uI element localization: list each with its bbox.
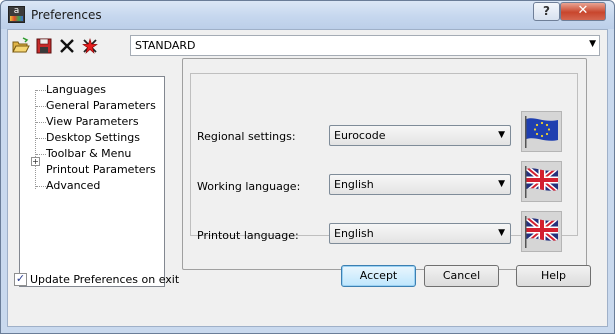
chevron-down-icon[interactable]: ▼ bbox=[498, 130, 505, 140]
tree-connector bbox=[36, 106, 46, 107]
working-flag-button[interactable] bbox=[521, 161, 562, 202]
update-preferences-label[interactable]: Update Preferences on exit bbox=[30, 273, 179, 286]
close-button[interactable]: ✕ bbox=[560, 2, 606, 21]
app-icon: a bbox=[8, 6, 25, 23]
delete-icon[interactable] bbox=[58, 37, 76, 55]
working-language-select[interactable]: English ▼ bbox=[329, 174, 511, 195]
save-icon[interactable] bbox=[35, 37, 53, 55]
tree-connector bbox=[36, 122, 46, 123]
eu-flag-icon bbox=[525, 116, 558, 148]
tree-item-languages[interactable]: Languages bbox=[46, 83, 106, 96]
tree-item-view-parameters[interactable]: View Parameters bbox=[46, 115, 139, 128]
tree-item-toolbar-menu[interactable]: Toolbar & Menu bbox=[46, 147, 131, 160]
accept-button[interactable]: Accept bbox=[341, 265, 416, 287]
printout-flag-button[interactable] bbox=[521, 211, 562, 252]
title-bar[interactable]: a Preferences ? ✕ bbox=[1, 1, 614, 29]
chevron-down-icon[interactable]: ▼ bbox=[589, 39, 596, 49]
regional-flag-button[interactable] bbox=[521, 111, 562, 152]
tree-connector bbox=[36, 154, 46, 155]
cancel-button[interactable]: Cancel bbox=[424, 265, 499, 287]
preferences-window: a Preferences ? ✕ STANDARD ▼ Languages G… bbox=[0, 0, 615, 334]
profile-combobox[interactable]: STANDARD ▼ bbox=[130, 35, 600, 56]
tree-item-general-parameters[interactable]: General Parameters bbox=[46, 99, 156, 112]
uk-flag-icon bbox=[525, 216, 558, 248]
window-title: Preferences bbox=[31, 8, 102, 22]
tree-connector bbox=[35, 90, 36, 189]
tree-connector bbox=[36, 138, 46, 139]
working-language-label: Working language: bbox=[197, 180, 301, 193]
open-folder-icon[interactable] bbox=[12, 37, 30, 55]
help-button[interactable]: Help bbox=[516, 265, 591, 287]
printout-language-label: Printout language: bbox=[197, 229, 299, 242]
languages-group bbox=[190, 73, 578, 236]
profile-value: STANDARD bbox=[135, 39, 196, 52]
update-preferences-checkbox[interactable]: ✓ bbox=[14, 273, 27, 286]
regional-settings-select[interactable]: Eurocode ▼ bbox=[329, 125, 511, 146]
chevron-down-icon[interactable]: ▼ bbox=[498, 228, 505, 238]
app-icon-stripe bbox=[10, 16, 23, 21]
uk-flag-icon bbox=[525, 166, 558, 198]
title-help-button[interactable]: ? bbox=[533, 2, 560, 21]
tree-connector bbox=[36, 186, 46, 187]
printout-language-select[interactable]: English ▼ bbox=[329, 223, 511, 244]
tree-item-advanced[interactable]: Advanced bbox=[46, 179, 100, 192]
tree-item-printout-parameters[interactable]: Printout Parameters bbox=[46, 163, 156, 176]
chevron-down-icon[interactable]: ▼ bbox=[498, 179, 505, 189]
category-tree[interactable]: Languages General Parameters View Parame… bbox=[19, 76, 165, 287]
app-icon-letter: a bbox=[13, 6, 20, 16]
regional-settings-value: Eurocode bbox=[334, 129, 386, 142]
expand-plus-icon[interactable]: + bbox=[31, 157, 40, 166]
working-language-value: English bbox=[334, 178, 374, 191]
regional-settings-label: Regional settings: bbox=[197, 130, 296, 143]
tree-item-desktop-settings[interactable]: Desktop Settings bbox=[46, 131, 140, 144]
new-star-icon[interactable] bbox=[81, 37, 99, 55]
tree-connector bbox=[36, 90, 46, 91]
printout-language-value: English bbox=[334, 227, 374, 240]
